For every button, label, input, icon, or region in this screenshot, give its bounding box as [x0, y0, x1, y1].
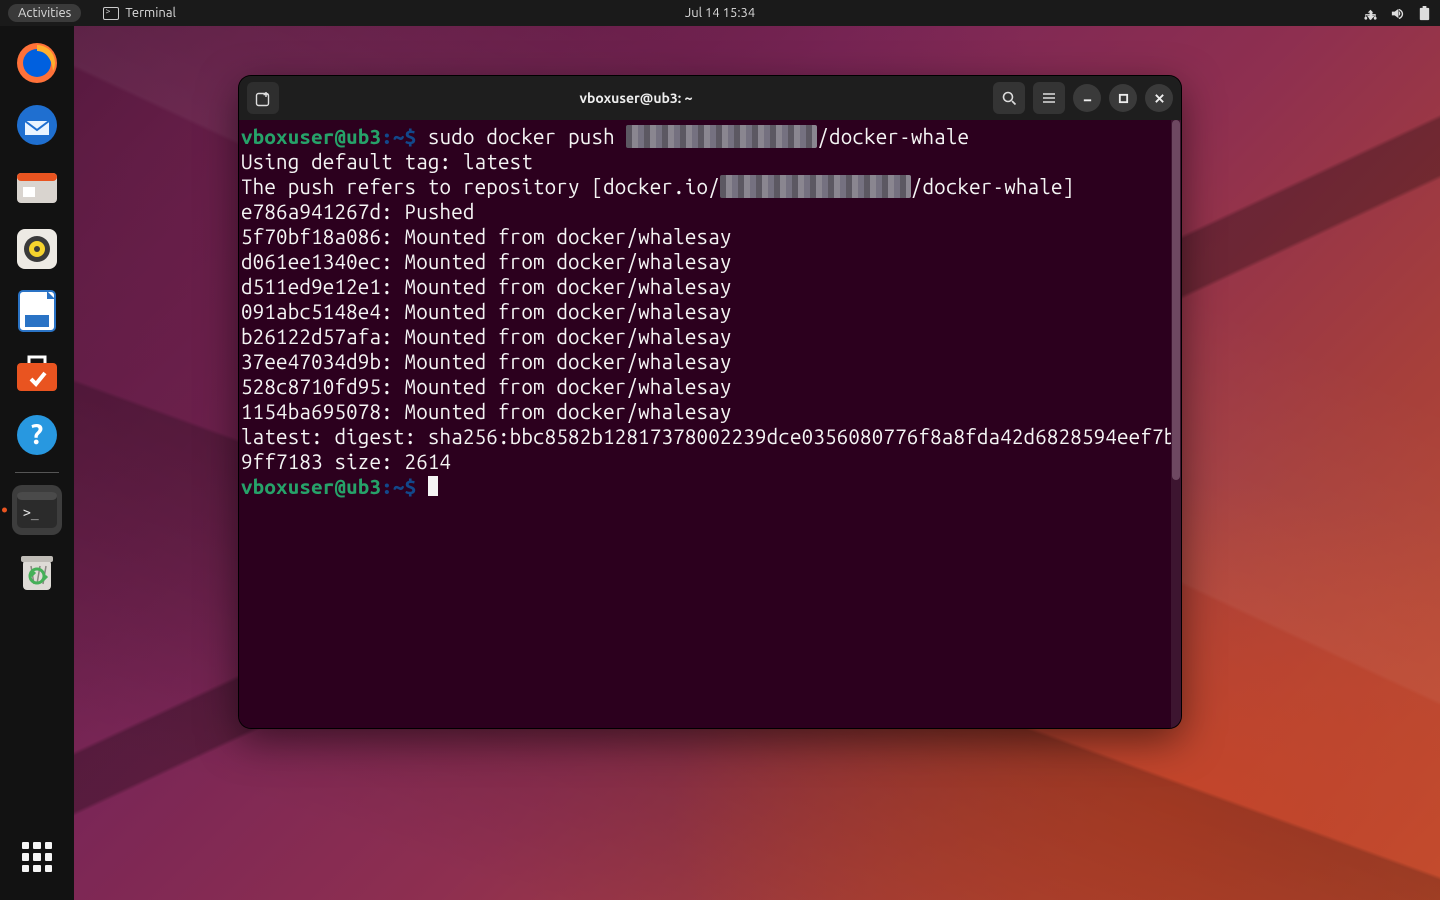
new-tab-button[interactable]	[247, 82, 279, 114]
activities-button[interactable]: Activities	[8, 4, 81, 22]
volume-icon	[1390, 6, 1405, 21]
dock-separator	[15, 472, 59, 473]
active-app-menu[interactable]: Terminal	[103, 6, 176, 20]
search-button[interactable]	[993, 82, 1025, 114]
terminal-scrollbar[interactable]	[1171, 120, 1181, 728]
ubuntu-dock: ? >_	[0, 26, 74, 900]
terminal-output: vboxuser@ub3:~$ sudo docker push xxxxxxx…	[239, 120, 1181, 499]
network-icon	[1363, 6, 1378, 21]
close-button[interactable]	[1145, 84, 1173, 112]
dock-app-rhythmbox[interactable]	[12, 224, 62, 274]
maximize-button[interactable]	[1109, 84, 1137, 112]
clock[interactable]: Jul 14 15:34	[685, 6, 755, 20]
apps-grid-icon	[22, 842, 52, 872]
terminal-icon: >_	[15, 490, 59, 530]
minimize-button[interactable]	[1073, 84, 1101, 112]
dock-app-terminal[interactable]: >_	[12, 485, 62, 535]
show-applications-button[interactable]	[12, 832, 62, 882]
dock-app-ubuntu-software[interactable]	[12, 348, 62, 398]
dock-app-libreoffice-writer[interactable]	[12, 286, 62, 336]
libreoffice-writer-icon	[17, 289, 57, 333]
dock-app-help[interactable]: ?	[12, 410, 62, 460]
dock-app-files[interactable]	[12, 162, 62, 212]
terminal-window: vboxuser@ub3: ~ vboxuser@ub3:~$ sudo doc…	[239, 76, 1181, 728]
svg-text:?: ?	[31, 419, 43, 450]
hamburger-icon	[1041, 90, 1057, 106]
terminal-titlebar: vboxuser@ub3: ~	[239, 76, 1181, 120]
help-icon: ?	[15, 413, 59, 457]
terminal-icon	[103, 7, 119, 20]
gnome-top-panel: Activities Terminal Jul 14 15:34	[0, 0, 1440, 26]
terminal-cursor	[428, 476, 438, 496]
terminal-body[interactable]: vboxuser@ub3:~$ sudo docker push xxxxxxx…	[239, 120, 1181, 728]
terminal-title: vboxuser@ub3: ~	[279, 90, 993, 106]
search-icon	[1001, 90, 1017, 106]
files-icon	[15, 167, 59, 207]
dock-app-firefox[interactable]	[12, 38, 62, 88]
trash-icon	[17, 550, 57, 594]
svg-text:>_: >_	[23, 506, 39, 521]
battery-icon	[1417, 6, 1432, 21]
system-tray[interactable]	[1363, 6, 1432, 21]
new-tab-icon	[255, 90, 272, 107]
software-icon	[15, 353, 59, 393]
hamburger-menu-button[interactable]	[1033, 82, 1065, 114]
active-app-label: Terminal	[125, 6, 176, 20]
minimize-icon	[1082, 93, 1093, 104]
dock-app-thunderbird[interactable]	[12, 100, 62, 150]
close-icon	[1154, 93, 1165, 104]
thunderbird-icon	[15, 103, 59, 147]
rhythmbox-icon	[15, 227, 59, 271]
dock-trash[interactable]	[12, 547, 62, 597]
firefox-icon	[15, 41, 59, 85]
maximize-icon	[1118, 93, 1129, 104]
